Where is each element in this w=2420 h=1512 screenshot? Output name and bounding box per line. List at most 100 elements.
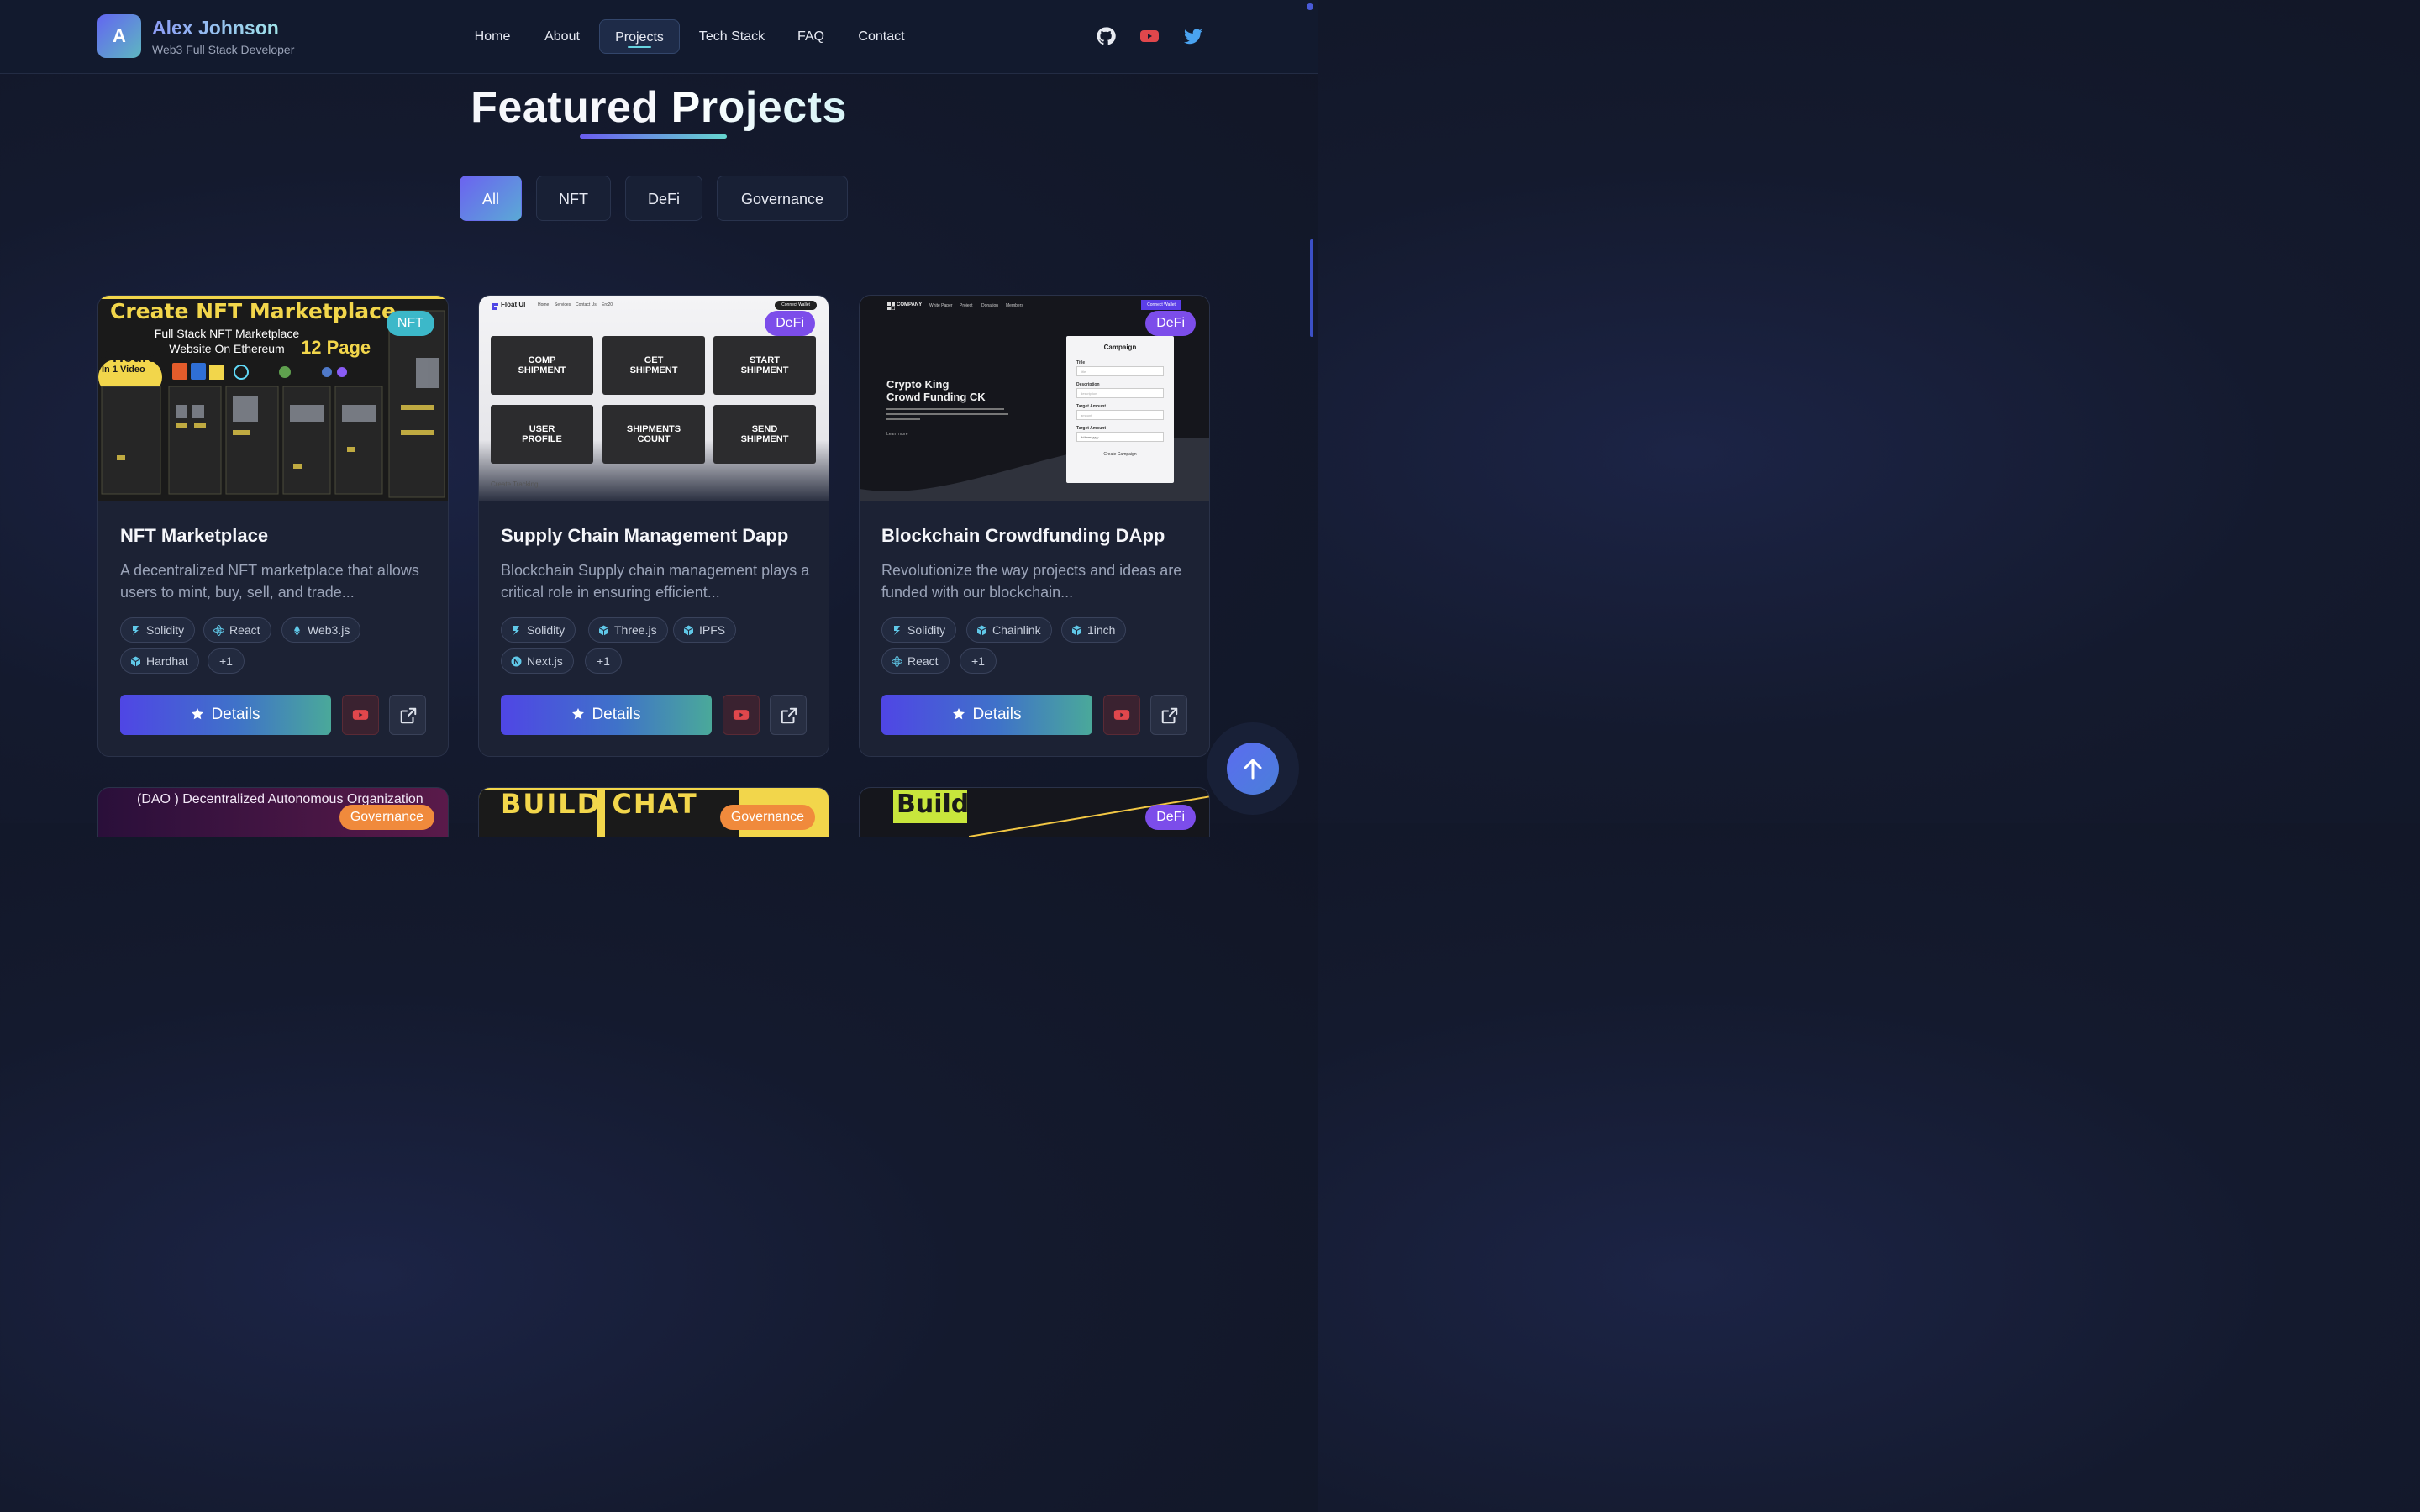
details-button[interactable]: Details	[881, 695, 1092, 735]
star-icon	[192, 708, 204, 720]
details-label: Details	[211, 706, 260, 723]
category-badge: NFT	[386, 311, 434, 336]
project-description: Revolutionize the way projects and ideas…	[881, 562, 1182, 601]
form-input: description	[1076, 388, 1164, 398]
twitter-icon[interactable]	[1183, 26, 1203, 46]
main-nav: Home About Projects Tech Stack FAQ Conta…	[0, 19, 1318, 55]
youtube-button[interactable]	[342, 695, 379, 735]
tag-label: Chainlink	[992, 623, 1041, 637]
arrow-up-icon	[1244, 759, 1262, 780]
thumb-tile: START SHIPMENT	[713, 336, 816, 395]
youtube-icon	[1113, 710, 1130, 720]
nav-projects[interactable]: Projects	[599, 19, 680, 54]
form-title: Campaign	[1103, 344, 1137, 351]
thumb-tile: COMP SHIPMENT	[491, 336, 593, 395]
project-card-dao[interactable]: (DAO ) Decentralized Autonomous Organiza…	[97, 787, 449, 837]
tag-label: Web3.js	[308, 623, 350, 637]
package-icon	[976, 625, 987, 636]
banner-in-video: In 1 Video	[102, 365, 145, 375]
external-link-icon	[400, 707, 417, 724]
thumb-tile: SEND SHIPMENT	[713, 405, 816, 464]
nav-home[interactable]: Home	[462, 19, 523, 54]
tech-tag: Solidity	[501, 617, 576, 643]
form-input: dd/mm/yyyy	[1076, 432, 1164, 442]
project-card-build[interactable]: Build DeFi	[859, 787, 1210, 837]
project-card-chat[interactable]: BUILD CHAT Governance	[478, 787, 829, 837]
thumb-tile: SHIPMENTS COUNT	[602, 405, 705, 464]
tag-label: Next.js	[527, 654, 563, 668]
project-description: A decentralized NFT marketplace that all…	[120, 562, 419, 601]
filter-governance[interactable]: Governance	[717, 176, 848, 221]
ethereum-icon	[294, 625, 300, 636]
thumb-menu-3: Contact Us	[576, 302, 597, 307]
section-title-word2: Projects	[671, 83, 847, 132]
thumb-campaign-form: Campaign Title title Description descrip…	[1066, 336, 1174, 483]
thumb-menu-1: White Paper	[929, 303, 953, 308]
external-link-button[interactable]	[389, 695, 426, 735]
thumb-connect: Connect Wallet	[1141, 300, 1181, 310]
tag-label: IPFS	[699, 623, 726, 637]
details-button[interactable]: Details	[120, 695, 331, 735]
category-badge: DeFi	[1145, 311, 1196, 336]
tag-label: React	[229, 623, 260, 637]
scroll-to-top-button[interactable]	[1227, 743, 1279, 795]
more-tags-badge[interactable]: +1	[960, 648, 997, 674]
thumb-menu-2: Services	[555, 302, 571, 307]
solidity-icon	[513, 626, 519, 635]
nav-about[interactable]: About	[533, 19, 592, 54]
form-label: Target Amount	[1076, 404, 1106, 409]
tag-label: Solidity	[908, 623, 946, 637]
project-card-crowdfunding[interactable]: COMPANY White Paper Project Donation Mem…	[859, 295, 1210, 757]
tech-tag: Chainlink	[966, 617, 1052, 643]
category-badge: Governance	[339, 805, 434, 830]
tag-label: React	[908, 654, 939, 668]
external-link-button[interactable]	[770, 695, 807, 735]
category-badge: DeFi	[765, 311, 815, 336]
tech-tag: Next.js	[501, 648, 574, 674]
package-icon	[130, 656, 141, 667]
package-icon	[1071, 625, 1082, 636]
project-card-nft-marketplace[interactable]: Create NFT Marketplace Full Stack NFT Ma…	[97, 295, 449, 757]
project-card-supply-chain[interactable]: Float UI Home Services Contact Us Erc20 …	[478, 295, 829, 757]
top-navigation-bar: A Alex Johnson Web3 Full Stack Developer…	[0, 0, 1318, 74]
banner-hours: 9 Hours	[100, 349, 157, 365]
tech-tag: Web3.js	[281, 617, 361, 643]
youtube-button[interactable]	[1103, 695, 1140, 735]
thumb-brand: Float UI	[501, 301, 526, 308]
thumb-menu-4: Erc20	[602, 302, 613, 307]
tag-label: 1inch	[1087, 623, 1116, 637]
category-badge: Governance	[719, 805, 815, 830]
tag-label: Solidity	[527, 623, 566, 637]
nav-tech-stack[interactable]: Tech Stack	[689, 19, 775, 54]
details-button[interactable]: Details	[501, 695, 712, 735]
section-title-word1: Featured	[471, 83, 659, 132]
project-title: Supply Chain Management Dapp	[501, 525, 789, 546]
youtube-button[interactable]	[723, 695, 760, 735]
page-scrollbar[interactable]	[1310, 239, 1313, 337]
thumb-caption: Build	[897, 790, 970, 819]
external-link-button[interactable]	[1150, 695, 1187, 735]
form-input: amount	[1076, 410, 1164, 420]
filter-defi[interactable]: DeFi	[625, 176, 702, 221]
thumb-hero-paragraph	[886, 408, 1013, 427]
nav-faq[interactable]: FAQ	[786, 19, 835, 54]
more-tags-badge[interactable]: +1	[208, 648, 245, 674]
form-label: Title	[1076, 360, 1086, 365]
form-label: Target Amount	[1076, 426, 1106, 431]
filter-all[interactable]: All	[460, 176, 522, 221]
thumb-learn-more: Learn more	[886, 432, 908, 437]
tech-tag: 1inch	[1061, 617, 1127, 643]
youtube-icon[interactable]	[1139, 26, 1160, 46]
github-icon[interactable]	[1096, 26, 1116, 46]
tech-tag: Solidity	[120, 617, 196, 643]
external-link-icon	[1161, 707, 1178, 724]
filter-nft[interactable]: NFT	[536, 176, 611, 221]
more-tags-badge[interactable]: +1	[585, 648, 622, 674]
tech-tag: Hardhat	[120, 648, 199, 674]
tech-tag: React	[881, 648, 950, 674]
thumb-connect: Connect Wallet	[775, 301, 817, 310]
thumb-hero-line1: Crypto King	[886, 378, 950, 391]
banner-headline: Create NFT Marketplace	[110, 299, 396, 323]
nav-contact[interactable]: Contact	[847, 19, 916, 54]
project-title: Blockchain Crowdfunding DApp	[881, 525, 1165, 546]
